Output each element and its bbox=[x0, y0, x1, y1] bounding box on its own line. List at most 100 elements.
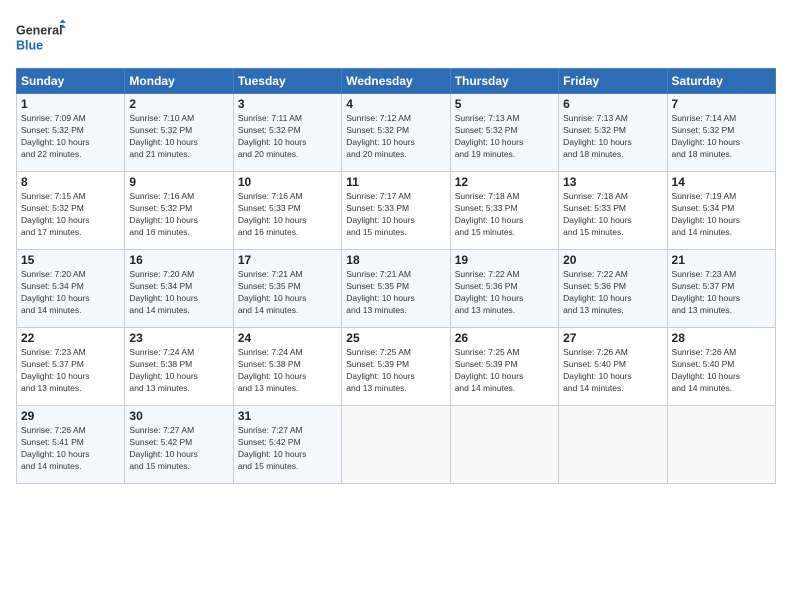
day-info: Sunrise: 7:25 AM Sunset: 5:39 PM Dayligh… bbox=[455, 347, 554, 395]
day-info: Sunrise: 7:23 AM Sunset: 5:37 PM Dayligh… bbox=[21, 347, 120, 395]
day-number: 10 bbox=[238, 175, 337, 189]
header-row: SundayMondayTuesdayWednesdayThursdayFrid… bbox=[17, 69, 776, 94]
calendar-page: General Blue SundayMondayTuesdayWednesda… bbox=[0, 0, 792, 612]
day-info: Sunrise: 7:23 AM Sunset: 5:37 PM Dayligh… bbox=[672, 269, 771, 317]
day-number: 21 bbox=[672, 253, 771, 267]
day-number: 15 bbox=[21, 253, 120, 267]
header: General Blue bbox=[16, 16, 776, 58]
calendar-cell: 14Sunrise: 7:19 AM Sunset: 5:34 PM Dayli… bbox=[667, 172, 775, 250]
day-info: Sunrise: 7:18 AM Sunset: 5:33 PM Dayligh… bbox=[563, 191, 662, 239]
day-number: 4 bbox=[346, 97, 445, 111]
day-number: 13 bbox=[563, 175, 662, 189]
col-header-sunday: Sunday bbox=[17, 69, 125, 94]
day-info: Sunrise: 7:14 AM Sunset: 5:32 PM Dayligh… bbox=[672, 113, 771, 161]
col-header-thursday: Thursday bbox=[450, 69, 558, 94]
calendar-cell: 8 Sunrise: 7:15 AM Sunset: 5:32 PM Daylig… bbox=[17, 172, 125, 250]
calendar-cell: 11 Sunrise: 7:17 AM Sunset: 5:33 PM Dayli… bbox=[342, 172, 450, 250]
day-number: 19 bbox=[455, 253, 554, 267]
day-number: 30 bbox=[129, 409, 228, 423]
day-number: 24 bbox=[238, 331, 337, 345]
logo: General Blue bbox=[16, 16, 66, 58]
day-info: Sunrise: 7:26 AM Sunset: 5:40 PM Dayligh… bbox=[563, 347, 662, 395]
calendar-cell: 1 Sunrise: 7:09 AM Sunset: 5:32 PM Daylig… bbox=[17, 94, 125, 172]
calendar-cell: 9 Sunrise: 7:16 AM Sunset: 5:32 PM Daylig… bbox=[125, 172, 233, 250]
calendar-cell: 31 Sunrise: 7:27 AM Sunset: 5:42 PM Dayli… bbox=[233, 406, 341, 484]
day-number: 5 bbox=[455, 97, 554, 111]
day-info: Sunrise: 7:24 AM Sunset: 5:38 PM Dayligh… bbox=[238, 347, 337, 395]
calendar-cell bbox=[450, 406, 558, 484]
svg-text:Blue: Blue bbox=[16, 39, 43, 53]
calendar-table: SundayMondayTuesdayWednesdayThursdayFrid… bbox=[16, 68, 776, 484]
col-header-monday: Monday bbox=[125, 69, 233, 94]
calendar-cell bbox=[559, 406, 667, 484]
day-number: 26 bbox=[455, 331, 554, 345]
day-info: Sunrise: 7:21 AM Sunset: 5:35 PM Dayligh… bbox=[238, 269, 337, 317]
day-info: Sunrise: 7:16 AM Sunset: 5:33 PM Dayligh… bbox=[238, 191, 337, 239]
col-header-friday: Friday bbox=[559, 69, 667, 94]
calendar-cell bbox=[667, 406, 775, 484]
day-info: Sunrise: 7:27 AM Sunset: 5:42 PM Dayligh… bbox=[129, 425, 228, 473]
day-number: 9 bbox=[129, 175, 228, 189]
day-info: Sunrise: 7:12 AM Sunset: 5:32 PM Dayligh… bbox=[346, 113, 445, 161]
day-number: 22 bbox=[21, 331, 120, 345]
svg-text:General: General bbox=[16, 24, 63, 38]
day-number: 16 bbox=[129, 253, 228, 267]
day-info: Sunrise: 7:09 AM Sunset: 5:32 PM Dayligh… bbox=[21, 113, 120, 161]
day-info: Sunrise: 7:24 AM Sunset: 5:38 PM Dayligh… bbox=[129, 347, 228, 395]
calendar-cell: 10 Sunrise: 7:16 AM Sunset: 5:33 PM Dayli… bbox=[233, 172, 341, 250]
calendar-cell: 15 Sunrise: 7:20 AM Sunset: 5:34 PM Dayli… bbox=[17, 250, 125, 328]
day-number: 27 bbox=[563, 331, 662, 345]
day-number: 3 bbox=[238, 97, 337, 111]
calendar-cell: 20Sunrise: 7:22 AM Sunset: 5:36 PM Dayli… bbox=[559, 250, 667, 328]
col-header-saturday: Saturday bbox=[667, 69, 775, 94]
day-info: Sunrise: 7:20 AM Sunset: 5:34 PM Dayligh… bbox=[21, 269, 120, 317]
calendar-cell: 26 Sunrise: 7:25 AM Sunset: 5:39 PM Dayli… bbox=[450, 328, 558, 406]
day-number: 12 bbox=[455, 175, 554, 189]
calendar-cell: 3 Sunrise: 7:11 AM Sunset: 5:32 PM Daylig… bbox=[233, 94, 341, 172]
day-info: Sunrise: 7:11 AM Sunset: 5:32 PM Dayligh… bbox=[238, 113, 337, 161]
week-row-1: 1 Sunrise: 7:09 AM Sunset: 5:32 PM Daylig… bbox=[17, 94, 776, 172]
calendar-cell: 4 Sunrise: 7:12 AM Sunset: 5:32 PM Daylig… bbox=[342, 94, 450, 172]
logo-svg: General Blue bbox=[16, 16, 66, 58]
day-info: Sunrise: 7:18 AM Sunset: 5:33 PM Dayligh… bbox=[455, 191, 554, 239]
day-number: 18 bbox=[346, 253, 445, 267]
calendar-cell: 24 Sunrise: 7:24 AM Sunset: 5:38 PM Dayli… bbox=[233, 328, 341, 406]
day-info: Sunrise: 7:19 AM Sunset: 5:34 PM Dayligh… bbox=[672, 191, 771, 239]
day-info: Sunrise: 7:26 AM Sunset: 5:41 PM Dayligh… bbox=[21, 425, 120, 473]
calendar-cell: 5 Sunrise: 7:13 AM Sunset: 5:32 PM Daylig… bbox=[450, 94, 558, 172]
calendar-cell: 12 Sunrise: 7:18 AM Sunset: 5:33 PM Dayli… bbox=[450, 172, 558, 250]
calendar-cell: 29 Sunrise: 7:26 AM Sunset: 5:41 PM Dayli… bbox=[17, 406, 125, 484]
day-info: Sunrise: 7:20 AM Sunset: 5:34 PM Dayligh… bbox=[129, 269, 228, 317]
calendar-cell: 21 Sunrise: 7:23 AM Sunset: 5:37 PM Dayli… bbox=[667, 250, 775, 328]
day-info: Sunrise: 7:15 AM Sunset: 5:32 PM Dayligh… bbox=[21, 191, 120, 239]
day-info: Sunrise: 7:27 AM Sunset: 5:42 PM Dayligh… bbox=[238, 425, 337, 473]
day-number: 31 bbox=[238, 409, 337, 423]
day-number: 8 bbox=[21, 175, 120, 189]
day-number: 1 bbox=[21, 97, 120, 111]
calendar-cell: 17Sunrise: 7:21 AM Sunset: 5:35 PM Dayli… bbox=[233, 250, 341, 328]
calendar-cell: 22 Sunrise: 7:23 AM Sunset: 5:37 PM Dayli… bbox=[17, 328, 125, 406]
day-number: 23 bbox=[129, 331, 228, 345]
calendar-cell: 30 Sunrise: 7:27 AM Sunset: 5:42 PM Dayli… bbox=[125, 406, 233, 484]
day-info: Sunrise: 7:16 AM Sunset: 5:32 PM Dayligh… bbox=[129, 191, 228, 239]
day-info: Sunrise: 7:10 AM Sunset: 5:32 PM Dayligh… bbox=[129, 113, 228, 161]
calendar-cell bbox=[342, 406, 450, 484]
day-number: 28 bbox=[672, 331, 771, 345]
day-info: Sunrise: 7:13 AM Sunset: 5:32 PM Dayligh… bbox=[455, 113, 554, 161]
day-number: 29 bbox=[21, 409, 120, 423]
day-number: 11 bbox=[346, 175, 445, 189]
calendar-cell: 6 Sunrise: 7:13 AM Sunset: 5:32 PM Daylig… bbox=[559, 94, 667, 172]
day-info: Sunrise: 7:26 AM Sunset: 5:40 PM Dayligh… bbox=[672, 347, 771, 395]
week-row-2: 8 Sunrise: 7:15 AM Sunset: 5:32 PM Daylig… bbox=[17, 172, 776, 250]
day-info: Sunrise: 7:22 AM Sunset: 5:36 PM Dayligh… bbox=[455, 269, 554, 317]
calendar-cell: 16 Sunrise: 7:20 AM Sunset: 5:34 PM Dayli… bbox=[125, 250, 233, 328]
day-number: 6 bbox=[563, 97, 662, 111]
calendar-cell: 2Sunrise: 7:10 AM Sunset: 5:32 PM Daylig… bbox=[125, 94, 233, 172]
col-header-wednesday: Wednesday bbox=[342, 69, 450, 94]
calendar-cell: 7Sunrise: 7:14 AM Sunset: 5:32 PM Daylig… bbox=[667, 94, 775, 172]
calendar-cell: 23 Sunrise: 7:24 AM Sunset: 5:38 PM Dayli… bbox=[125, 328, 233, 406]
day-info: Sunrise: 7:17 AM Sunset: 5:33 PM Dayligh… bbox=[346, 191, 445, 239]
calendar-cell: 19 Sunrise: 7:22 AM Sunset: 5:36 PM Dayli… bbox=[450, 250, 558, 328]
day-info: Sunrise: 7:13 AM Sunset: 5:32 PM Dayligh… bbox=[563, 113, 662, 161]
calendar-cell: 13 Sunrise: 7:18 AM Sunset: 5:33 PM Dayli… bbox=[559, 172, 667, 250]
